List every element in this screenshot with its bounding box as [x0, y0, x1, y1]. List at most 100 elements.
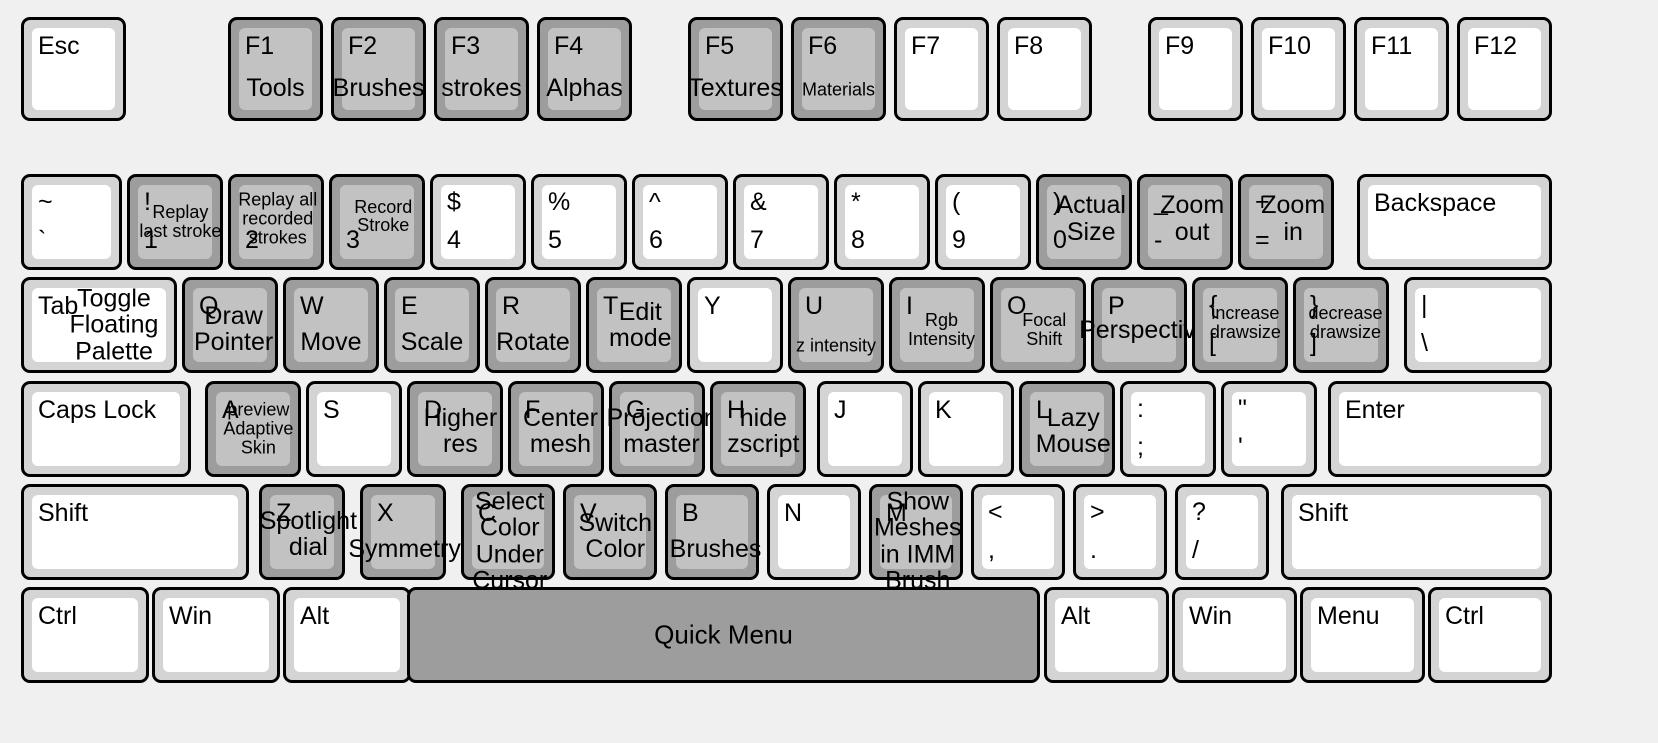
- key-cap: [548, 28, 621, 110]
- key-menu[interactable]: Menu: [1300, 587, 1425, 683]
- key-w[interactable]: W Move: [283, 277, 379, 373]
- key-s[interactable]: S: [306, 381, 402, 477]
- key-backspace[interactable]: Backspace: [1357, 174, 1552, 270]
- key-semicolon[interactable]: : ;: [1120, 381, 1216, 477]
- key-f10[interactable]: F10: [1251, 17, 1346, 121]
- key-cap: [1047, 185, 1121, 259]
- key-quote[interactable]: " ': [1221, 381, 1317, 477]
- key-period[interactable]: > .: [1073, 484, 1167, 580]
- key-cap: [643, 185, 717, 259]
- key-cap: [395, 288, 469, 362]
- key-slash[interactable]: ? /: [1175, 484, 1269, 580]
- key-h[interactable]: H hide zscript: [710, 381, 806, 477]
- key-cap: [1311, 598, 1414, 672]
- key-alt-left[interactable]: Alt: [283, 587, 411, 683]
- key-minus[interactable]: _ - Zoom out: [1137, 174, 1233, 270]
- key-f4[interactable]: F4 Alphas: [537, 17, 632, 121]
- key-cap: [900, 288, 974, 362]
- key-cap: [472, 495, 544, 569]
- key-e[interactable]: E Scale: [384, 277, 480, 373]
- key-cap: [1186, 495, 1258, 569]
- key-backtick[interactable]: ~ `: [21, 174, 122, 270]
- key-bracketleft[interactable]: { [ increase drawsize: [1192, 277, 1288, 373]
- key-a[interactable]: A preview Adaptive Skin: [205, 381, 301, 477]
- key-cap: [1365, 28, 1438, 110]
- key-n[interactable]: N: [767, 484, 861, 580]
- key-g[interactable]: G Projection master: [607, 381, 718, 477]
- key-f5[interactable]: F5 Textures: [688, 17, 783, 121]
- key-cap: [1102, 288, 1176, 362]
- key-0[interactable]: ) 0 Actual Size: [1036, 174, 1132, 270]
- key-cap: [698, 288, 772, 362]
- key-f7[interactable]: F7: [894, 17, 989, 121]
- key-cap: [799, 288, 873, 362]
- key-equals[interactable]: + = Zoom in: [1238, 174, 1334, 270]
- key-f8[interactable]: F8: [997, 17, 1092, 121]
- key-tab[interactable]: Tab Toggle Floating Palette: [21, 277, 177, 373]
- key-3[interactable]: 3 Record Stroke: [329, 174, 425, 270]
- key-cap: [542, 185, 616, 259]
- key-cap: [845, 185, 919, 259]
- key-f3[interactable]: F3 strokes: [434, 17, 529, 121]
- key-i[interactable]: I Rgb Intensity: [889, 277, 985, 373]
- key-ctrl-left[interactable]: Ctrl: [21, 587, 149, 683]
- key-shift-left[interactable]: Shift: [21, 484, 249, 580]
- key-cap: [519, 392, 593, 466]
- key-q[interactable]: Q Draw Pointer: [182, 277, 278, 373]
- key-win-right[interactable]: Win: [1172, 587, 1297, 683]
- key-l[interactable]: L Lazy Mouse: [1019, 381, 1115, 477]
- key-cap: [880, 495, 952, 569]
- key-cap: [1439, 598, 1541, 672]
- key-f2[interactable]: F2 Brushes: [331, 17, 426, 121]
- key-t[interactable]: T Edit mode: [586, 277, 682, 373]
- key-f[interactable]: F Center mesh: [508, 381, 604, 477]
- key-5[interactable]: % 5: [531, 174, 627, 270]
- key-8[interactable]: * 8: [834, 174, 930, 270]
- key-f1[interactable]: F1 Tools: [228, 17, 323, 121]
- key-r[interactable]: R Rotate: [485, 277, 581, 373]
- key-cap: [294, 288, 368, 362]
- key-space[interactable]: Quick Menu: [407, 587, 1040, 683]
- key-y[interactable]: Y: [687, 277, 783, 373]
- key-p[interactable]: P Perspective: [1079, 277, 1210, 373]
- key-m[interactable]: M Show Meshes in IMM Brush: [869, 484, 963, 593]
- key-f11[interactable]: F11: [1354, 17, 1449, 121]
- key-cap: [905, 28, 978, 110]
- key-c[interactable]: C Select Color Under Cursor: [461, 484, 555, 593]
- key-4[interactable]: $ 4: [430, 174, 526, 270]
- key-f12[interactable]: F12: [1457, 17, 1552, 121]
- key-cap: [1262, 28, 1335, 110]
- key-1[interactable]: ! 1 Replay last stroke: [127, 174, 223, 270]
- key-d[interactable]: D Higher res: [407, 381, 503, 477]
- key-alt-right[interactable]: Alt: [1044, 587, 1169, 683]
- key-9[interactable]: ( 9: [935, 174, 1031, 270]
- key-capslock[interactable]: Caps Lock: [21, 381, 191, 477]
- key-k[interactable]: K: [918, 381, 1014, 477]
- key-shift-right[interactable]: Shift: [1281, 484, 1552, 580]
- key-cap: [342, 28, 415, 110]
- key-j[interactable]: J: [817, 381, 913, 477]
- key-z[interactable]: Z Spotlight dial: [259, 484, 357, 580]
- key-comma[interactable]: < ,: [971, 484, 1065, 580]
- key-cap: [620, 392, 694, 466]
- key-cap: [441, 185, 515, 259]
- key-6[interactable]: ^ 6: [632, 174, 728, 270]
- key-cap: [1339, 392, 1541, 466]
- key-b[interactable]: B Brushes: [665, 484, 761, 580]
- key-win-left[interactable]: Win: [152, 587, 280, 683]
- key-2[interactable]: 2 Replay all recorded strokes: [228, 174, 324, 270]
- key-bracketright[interactable]: } ] decrease drawsize: [1293, 277, 1389, 373]
- key-o[interactable]: O Focal Shift: [990, 277, 1086, 373]
- key-backslash[interactable]: | \: [1404, 277, 1552, 373]
- key-cap: [982, 495, 1054, 569]
- key-esc[interactable]: Esc: [21, 17, 126, 121]
- key-f6[interactable]: F6 Materials: [791, 17, 886, 121]
- key-enter[interactable]: Enter: [1328, 381, 1552, 477]
- key-cap: [699, 28, 772, 110]
- key-7[interactable]: & 7: [733, 174, 829, 270]
- key-x[interactable]: X Symmetry: [348, 484, 461, 580]
- key-u[interactable]: U z intensity: [788, 277, 884, 373]
- key-f9[interactable]: F9: [1148, 17, 1243, 121]
- key-ctrl-right[interactable]: Ctrl: [1428, 587, 1552, 683]
- key-v[interactable]: V Switch Color: [563, 484, 657, 580]
